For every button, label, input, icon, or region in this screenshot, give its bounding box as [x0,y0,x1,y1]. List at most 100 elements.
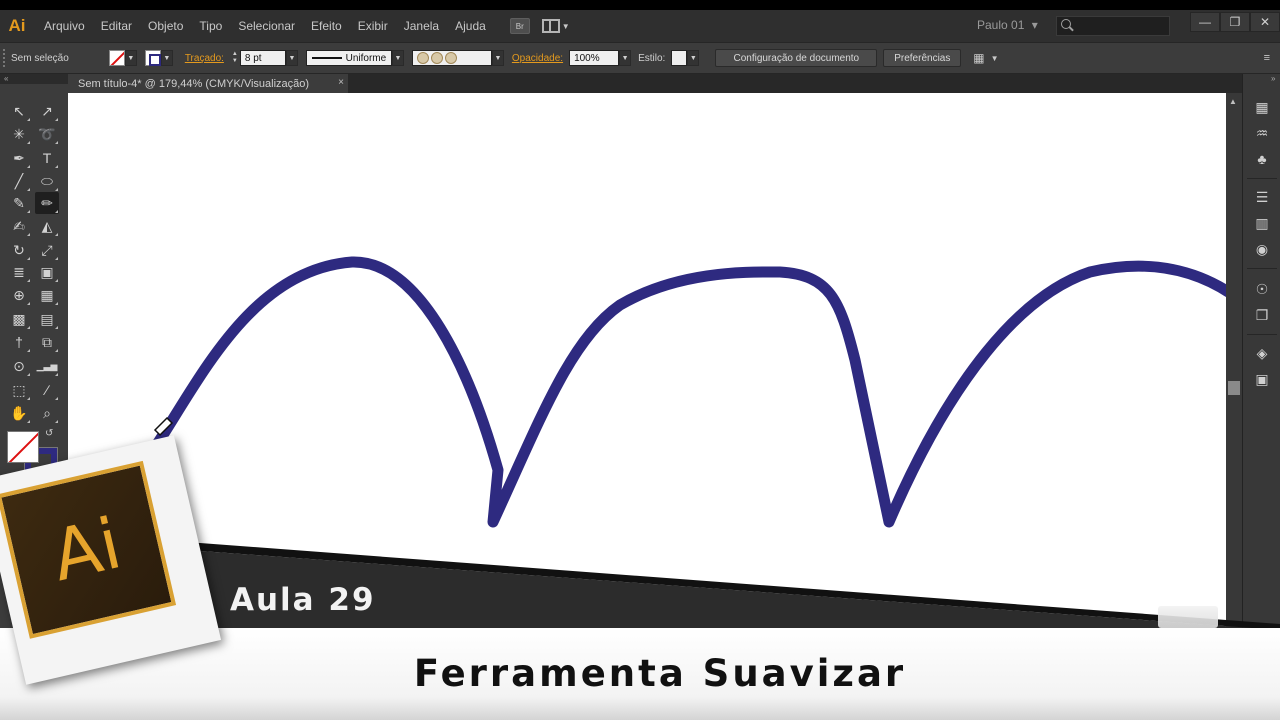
panel-separator [1247,268,1277,269]
smooth-tool[interactable]: ✏ [35,192,59,214]
menu-tipo[interactable]: Tipo [191,19,230,33]
arrange-documents-icon [541,19,560,33]
graphic-style-swatch[interactable] [671,50,688,66]
scrollbar-thumb[interactable] [1228,381,1240,395]
eyedropper-tool[interactable]: † [7,331,31,353]
fill-swatch[interactable] [108,50,125,66]
blob-brush-tool[interactable]: ✍ [7,215,31,237]
eraser-tool[interactable]: ◭ [35,215,59,237]
workspace-switcher[interactable]: Paulo 01 ▾ [977,18,1038,32]
document-tab-title: Sem título-4* @ 179,44% (CMYK/Visualizaç… [78,77,310,90]
arrange-documents-button[interactable]: ▼ [541,19,570,33]
chevron-down-icon: ▾ [1031,18,1038,32]
line-tool[interactable]: ╱ [7,170,31,192]
type-tool[interactable]: T [35,147,59,169]
mesh-tool[interactable]: ▩ [7,308,31,330]
menu-editar[interactable]: Editar [93,19,140,33]
workspace-name: Paulo 01 [977,18,1025,32]
close-button[interactable]: ✕ [1250,12,1280,32]
rotate-tool[interactable]: ↻ [7,239,31,261]
stroke-dropdown[interactable]: ▼ [160,50,173,66]
menu-selecionar[interactable]: Selecionar [230,19,303,33]
graphic-styles-panel-icon[interactable]: ❐ [1253,306,1271,324]
minimize-button[interactable]: — [1190,12,1220,32]
shape-builder-tool[interactable]: ⊕ [7,284,31,306]
fill-color-swatch[interactable] [7,431,39,463]
brush-dot-icon [444,52,457,64]
close-tab-icon[interactable]: × [338,77,344,88]
perspective-grid-tool[interactable]: ▦ [35,284,59,306]
scale-tool[interactable]: ⤢ [35,239,59,261]
transparency-panel-icon[interactable]: ◉ [1253,240,1271,258]
stroke-weight-field[interactable]: 8 pt [239,50,286,66]
menu-ajuda[interactable]: Ajuda [447,19,494,33]
profile-dropdown[interactable]: ▼ [391,50,404,66]
tools-panel-collapse[interactable]: « [0,74,68,84]
stroke-weight-dropdown[interactable]: ▼ [285,50,298,66]
opacity-field[interactable]: 100% [569,50,620,66]
watermark-cube-icon [1158,606,1218,628]
menu-objeto[interactable]: Objeto [140,19,191,33]
bridge-button[interactable]: Br [509,18,530,34]
help-search-input[interactable] [1056,16,1170,36]
menu-arquivo[interactable]: Arquivo [36,19,93,33]
layers-panel-icon[interactable]: ◈ [1253,344,1271,362]
opacity-dropdown[interactable]: ▼ [619,50,632,66]
brush-dropdown[interactable]: ▼ [491,50,504,66]
swap-fill-stroke-icon[interactable]: ↺ [45,428,53,439]
column-graph-tool[interactable]: ▁▃▅ [35,355,59,377]
gradient-tool[interactable]: ▤ [35,308,59,330]
brush-definition[interactable] [411,50,492,66]
preferences-button[interactable]: Preferências [883,49,962,67]
swatches-panel-icon[interactable]: ▦ [1253,98,1271,116]
lesson-number: Aula 29 [230,582,376,618]
stroke-label[interactable]: Traçado: [185,53,224,64]
pen-tool[interactable]: ✒ [7,147,31,169]
illustrator-logo: Ai [0,460,177,639]
illustrator-logo-text: Ai [44,502,129,598]
slice-tool[interactable]: ∕ [35,379,59,401]
chevron-down-icon[interactable]: ▼ [991,54,999,63]
direct-selection-tool[interactable]: ↗ [35,100,59,122]
menu-bar: Ai Arquivo Editar Objeto Tipo Selecionar… [0,10,1280,42]
artboards-panel-icon[interactable]: ▣ [1253,370,1271,388]
blend-tool[interactable]: ⧉ [35,331,59,353]
variable-width-profile[interactable]: Uniforme [305,50,392,66]
document-setup-button[interactable]: Configuração de documento [715,49,878,67]
stroke-swatch[interactable] [144,50,161,66]
brushes-panel-icon[interactable]: ♒ [1253,124,1271,142]
artboard-tool[interactable]: ⬚ [7,379,31,401]
stroke-weight-stepper[interactable]: ▲ ▼ [230,50,240,66]
stroke-panel-icon[interactable]: ☰ [1253,188,1271,206]
hand-tool[interactable]: ✋ [7,402,31,424]
lesson-topic: Ferramenta Suavizar [413,652,907,695]
magic-wand-tool[interactable]: ✳ [7,123,31,145]
gradient-panel-icon[interactable]: ▥ [1253,214,1271,232]
menu-efeito[interactable]: Efeito [303,19,350,33]
align-icon[interactable]: ▦ [973,51,984,65]
zoom-tool[interactable]: ⌕ [35,402,59,424]
stroke-path[interactable] [146,256,1228,528]
symbols-panel-icon[interactable]: ♣ [1253,150,1271,168]
restore-button[interactable]: ❐ [1220,12,1250,32]
symbol-sprayer-tool[interactable]: ⊙ [7,355,31,377]
free-transform-tool[interactable]: ▣ [35,261,59,283]
ellipse-tool[interactable]: ⬭ [35,170,59,192]
menu-janela[interactable]: Janela [396,19,447,33]
top-letterbox [0,0,1280,10]
paintbrush-tool[interactable]: ✎ [7,192,31,214]
style-dropdown[interactable]: ▼ [687,50,700,66]
brush-dot-icon [430,52,443,64]
selection-tool[interactable]: ↖ [7,100,31,122]
lasso-tool[interactable]: ➰ [35,123,59,145]
panel-menu-icon[interactable]: ≡ [1264,52,1270,64]
document-tab[interactable]: Sem título-4* @ 179,44% (CMYK/Visualizaç… [68,74,348,93]
menu-exibir[interactable]: Exibir [350,19,396,33]
scroll-up-icon[interactable]: ▲ [1229,97,1237,106]
dock-collapse-icon[interactable]: » [1271,74,1275,83]
opacity-label[interactable]: Opacidade: [512,53,563,64]
fill-dropdown[interactable]: ▼ [124,50,137,66]
panel-grip[interactable] [3,49,7,67]
width-tool[interactable]: ≣ [7,261,31,283]
appearance-panel-icon[interactable]: ☉ [1253,280,1271,298]
